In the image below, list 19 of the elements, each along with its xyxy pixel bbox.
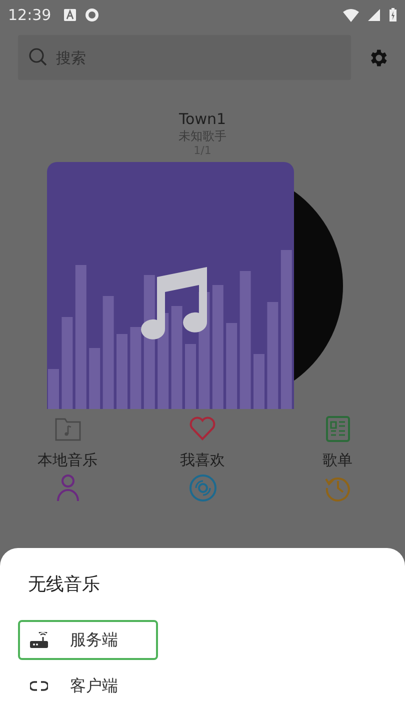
shortcut-item[interactable]: 我喜欢 — [135, 414, 270, 470]
battery-icon — [389, 8, 397, 22]
list-icon — [326, 414, 350, 442]
sheet-title: 无线音乐 — [28, 573, 101, 596]
router-icon — [30, 632, 48, 648]
wifi-icon — [343, 8, 359, 22]
person-icon — [56, 474, 80, 502]
shortcut-item[interactable]: 歌单 — [270, 414, 405, 470]
heart-icon — [189, 414, 216, 442]
sheet-option[interactable]: 客户端 — [18, 666, 158, 706]
notification-a-icon — [64, 9, 76, 21]
notification-circle-icon — [85, 8, 100, 22]
signal-icon — [368, 9, 380, 21]
link-icon — [30, 680, 48, 692]
sheet-option[interactable]: 服务端 — [18, 620, 158, 660]
shortcut-item[interactable]: 本地音乐 — [0, 414, 135, 470]
status-time: 12:39 — [8, 6, 52, 24]
disc-icon — [188, 474, 216, 502]
song-title: Town1 — [178, 110, 226, 129]
